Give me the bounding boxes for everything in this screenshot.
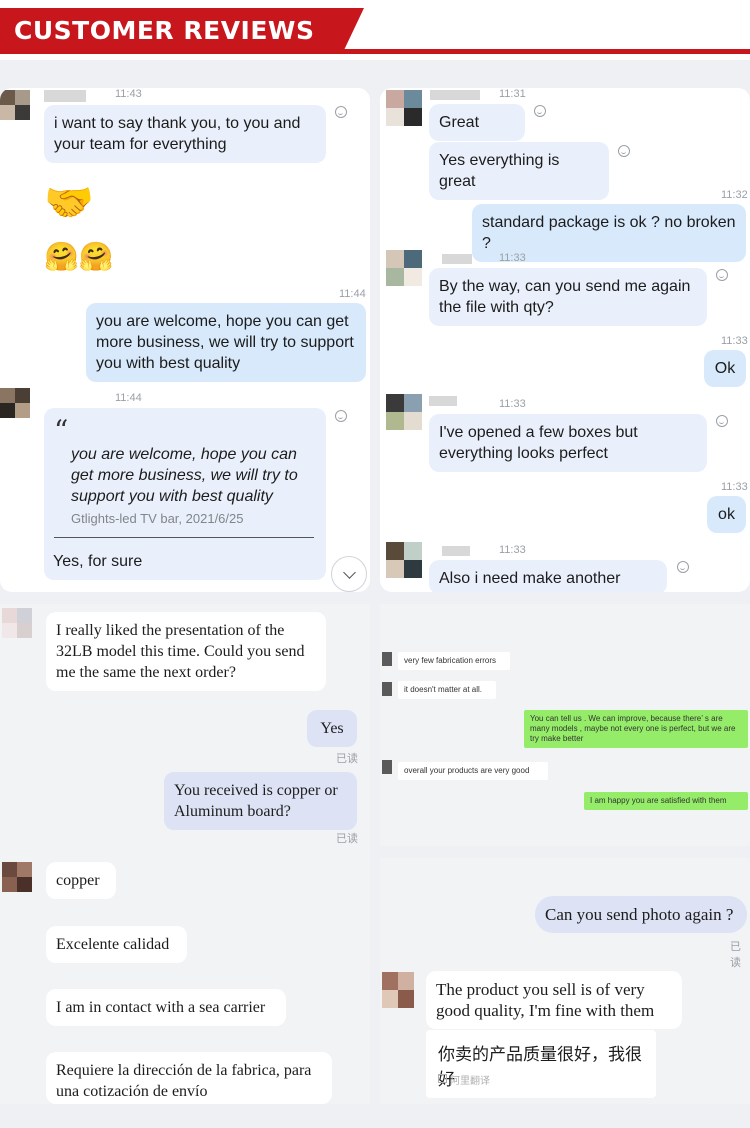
message-bubble-self[interactable]: You received is copper or Aluminum board… xyxy=(164,772,357,830)
page-title: CUSTOMER REVIEWS xyxy=(14,16,315,45)
message-bubble-self[interactable]: ok xyxy=(707,496,746,533)
avatar xyxy=(382,760,392,774)
message-bubble[interactable]: I've opened a few boxes but everything l… xyxy=(429,414,707,472)
quoted-reply-bubble[interactable]: “ you are welcome, hope you can get more… xyxy=(44,408,326,580)
message-bubble-self[interactable]: Yes xyxy=(307,710,357,747)
message-bubble[interactable]: it doesn't matter at all. xyxy=(398,681,496,699)
translate-icon xyxy=(438,1074,447,1083)
chat-screenshot-5: Can you send photo again ? 已读 The produc… xyxy=(380,858,750,1104)
timestamp: 11:33 xyxy=(499,252,526,264)
quoted-text: you are welcome, hope you can get more b… xyxy=(71,446,298,505)
message-bubble[interactable]: overall your products are very good xyxy=(398,762,548,780)
avatar xyxy=(386,542,422,578)
message-bubble-self[interactable]: you are welcome, hope you can get more b… xyxy=(86,303,366,382)
message-bubble[interactable]: Requiere la dirección de la fabrica, par… xyxy=(46,1052,332,1104)
avatar xyxy=(386,394,422,430)
message-bubble[interactable]: Yes everything is great xyxy=(429,142,609,200)
message-bubble-self[interactable]: Can you send photo again ? xyxy=(535,896,747,933)
read-status: 已读 xyxy=(336,753,358,765)
timestamp: 11:33 xyxy=(721,335,748,347)
message-bubble[interactable]: I really liked the presentation of the 3… xyxy=(46,612,326,691)
avatar xyxy=(2,862,32,892)
read-status: 已读 xyxy=(730,941,741,969)
timestamp: 11:32 xyxy=(721,189,748,201)
avatar xyxy=(386,90,422,126)
timestamp: 11:44 xyxy=(339,288,366,300)
chat-screenshot-2: 11:31 Great Yes everything is great 11:3… xyxy=(380,88,750,592)
message-bubble[interactable]: i want to say thank you, to you and your… xyxy=(44,105,326,163)
reaction-icon[interactable] xyxy=(335,106,347,118)
reaction-icon[interactable] xyxy=(716,415,728,427)
sender-name-blurred xyxy=(442,254,472,264)
message-bubble-self[interactable]: You can tell us . We can improve, becaus… xyxy=(524,710,748,748)
timestamp: 11:33 xyxy=(721,481,748,493)
translation-bubble[interactable]: 你卖的产品质量很好，我很好 阿里翻译 xyxy=(426,1030,656,1098)
sender-name-blurred xyxy=(430,90,480,100)
message-bubble[interactable]: Also i need make another order xyxy=(429,560,667,592)
handshake-emoji: 🤝 xyxy=(44,181,94,225)
hug-emoji: 🤗🤗 xyxy=(44,241,114,272)
message-bubble[interactable]: very few fabrication errors xyxy=(398,652,510,670)
avatar xyxy=(382,682,392,696)
timestamp: 11:31 xyxy=(499,88,526,100)
quote-mark: “ xyxy=(54,414,69,447)
header-rule xyxy=(340,49,750,54)
timestamp: 11:33 xyxy=(499,544,526,556)
quote-source: Gtlights-led TV bar, 2021/6/25 xyxy=(71,511,244,526)
translate-label: 阿里翻译 xyxy=(450,1076,490,1087)
reply-text: Yes, for sure xyxy=(53,553,143,570)
avatar xyxy=(386,250,422,286)
avatar xyxy=(2,608,32,638)
reaction-icon[interactable] xyxy=(677,561,689,573)
avatar xyxy=(382,972,414,1008)
message-bubble-self[interactable]: I am happy you are satisfied with them xyxy=(584,792,748,810)
sender-name-blurred xyxy=(44,90,86,102)
timestamp: 11:44 xyxy=(115,392,142,404)
message-bubble[interactable]: I am in contact with a sea carrier xyxy=(46,989,286,1026)
message-bubble[interactable]: By the way, can you send me again the fi… xyxy=(429,268,707,326)
message-bubble-self[interactable]: Ok xyxy=(704,350,746,387)
timestamp: 11:33 xyxy=(499,398,526,410)
message-bubble[interactable]: copper xyxy=(46,862,116,899)
sender-name-blurred xyxy=(429,396,457,406)
chevron-down-icon xyxy=(343,566,356,579)
reaction-icon[interactable] xyxy=(534,105,546,117)
message-bubble[interactable]: The product you sell is of very good qua… xyxy=(426,971,682,1029)
chat-screenshot-3: I really liked the presentation of the 3… xyxy=(0,604,370,1104)
chat-screenshot-1: 11:43 i want to say thank you, to you an… xyxy=(0,88,370,592)
reaction-icon[interactable] xyxy=(618,145,630,157)
avatar xyxy=(382,652,392,666)
message-bubble[interactable]: Great xyxy=(429,104,525,141)
avatar xyxy=(0,388,30,418)
message-bubble[interactable]: Excelente calidad xyxy=(46,926,187,963)
timestamp: 11:43 xyxy=(115,88,142,100)
reaction-icon[interactable] xyxy=(716,269,728,281)
sender-name-blurred xyxy=(442,546,470,556)
avatar xyxy=(0,90,30,120)
chat-screenshot-4: very few fabrication errors it doesn't m… xyxy=(380,604,750,846)
divider xyxy=(54,537,314,538)
read-status: 已读 xyxy=(336,833,358,845)
reaction-icon[interactable] xyxy=(335,410,347,422)
scroll-down-button[interactable] xyxy=(331,556,367,592)
